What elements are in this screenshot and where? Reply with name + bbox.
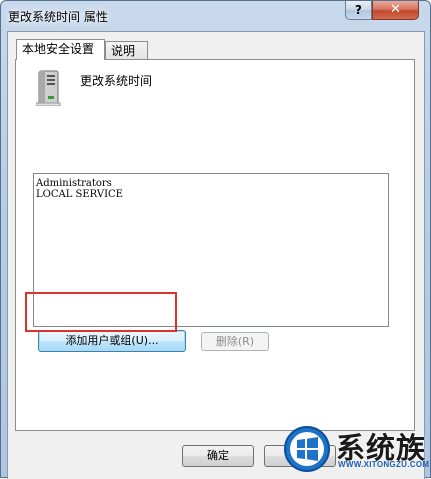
properties-dialog: 更改系统时间 属性 ? ✕ 本地安全设置 说明 更改系统时间 Administr… [0, 0, 431, 479]
watermark-url: WWW.XITONGZU.COM [338, 460, 430, 469]
remove-button[interactable]: 删除(R) [201, 332, 269, 351]
policy-name: 更改系统时间 [80, 74, 153, 88]
list-item[interactable]: Administrators [36, 178, 388, 189]
ok-button[interactable]: 确定 [182, 445, 254, 467]
tab-panel: 更改系统时间 Administrators LOCAL SERVICE 添加用户… [15, 59, 415, 431]
list-item[interactable]: LOCAL SERVICE [36, 189, 388, 200]
close-button[interactable]: ✕ [372, 1, 419, 20]
window-title: 更改系统时间 属性 [8, 10, 108, 24]
dialog-client-area: 本地安全设置 说明 更改系统时间 Administrators LOCAL SE… [7, 31, 425, 479]
help-button[interactable]: ? [345, 1, 372, 20]
tab-local-security-setting[interactable]: 本地安全设置 [16, 39, 105, 60]
computer-tower-icon [36, 70, 61, 106]
members-list[interactable]: Administrators LOCAL SERVICE [33, 173, 389, 327]
site-watermark: 系统族 WWW.XITONGZU.COM [280, 423, 431, 478]
windows-logo-icon [284, 426, 330, 472]
title-bar[interactable]: 更改系统时间 属性 ? ✕ [1, 1, 431, 31]
tab-explain[interactable]: 说明 [105, 41, 148, 61]
add-user-or-group-button[interactable]: 添加用户或组(U)... [38, 330, 186, 352]
